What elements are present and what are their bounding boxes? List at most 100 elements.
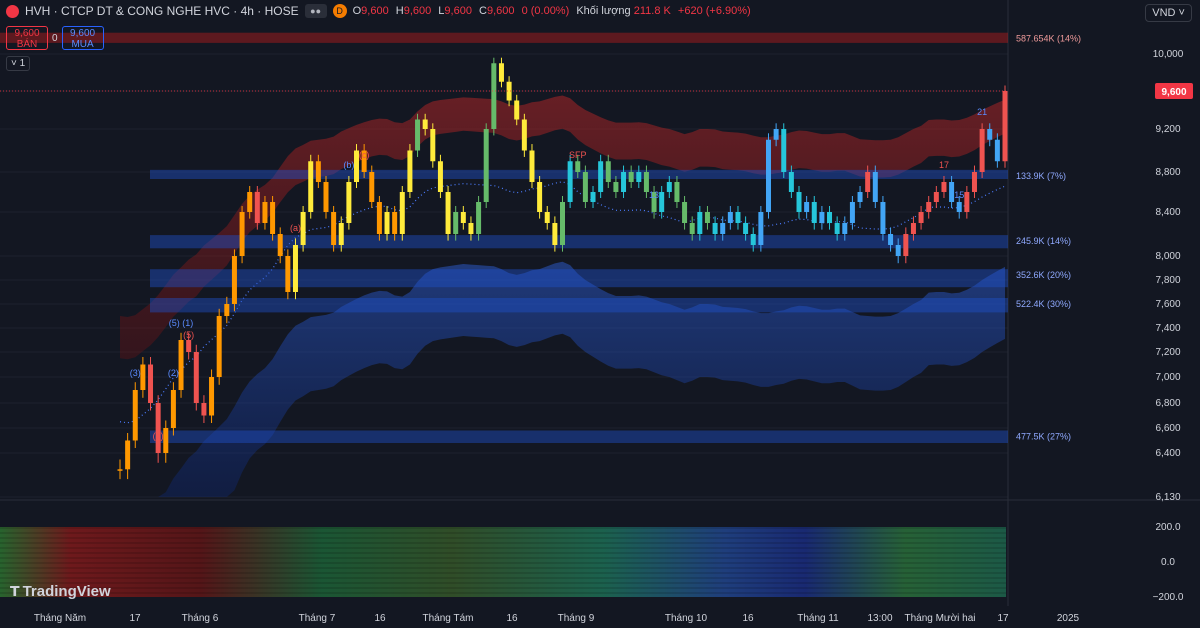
ohlc-readout: O9,600 H9,600 L9,600 C9,600 0 (0.00%) Kh…: [353, 5, 751, 17]
candle-body: [209, 377, 215, 416]
candle-body: [483, 129, 489, 202]
blue-support-band: [120, 261, 1005, 497]
candle-body: [689, 223, 695, 234]
zone-label: 522.4K (30%): [1016, 299, 1071, 309]
candle-body: [437, 161, 443, 192]
candle-body: [621, 172, 627, 192]
candle-body: [422, 119, 428, 129]
candle-body: [338, 223, 344, 245]
time-tick-label: Tháng Năm: [34, 613, 86, 624]
high-label: H: [395, 5, 404, 17]
candle-body: [560, 202, 565, 245]
wave-label: 21: [977, 107, 987, 117]
candle-body: [193, 352, 199, 403]
price-tick-label: 6,600: [1155, 423, 1180, 434]
candle-body: [453, 212, 459, 234]
candle-body: [529, 150, 535, 182]
price-tick-label: 6,400: [1155, 448, 1180, 459]
candle-body: [758, 212, 764, 245]
candle-body: [521, 119, 527, 151]
logo-text: TradingView: [22, 583, 111, 600]
sell-button[interactable]: 9,600 BÁN: [6, 26, 48, 50]
volume-zone: [150, 430, 1008, 443]
oscillator-pane: 200.0 0.0 −200.0: [0, 522, 1184, 603]
price-chart[interactable]: 587.654K (14%) 133.9K (7%) 245.9K (14%) 352…: [0, 0, 1200, 628]
candle-body: [750, 234, 756, 245]
candle-body: [270, 202, 276, 234]
price-tick-label: 10,000: [1153, 49, 1184, 60]
candle-body: [285, 256, 291, 292]
candle-body: [498, 63, 504, 82]
tradingview-logo-icon: 𝗧: [10, 583, 20, 599]
currency-select[interactable]: VND ˅: [1145, 4, 1192, 22]
candle-body: [445, 192, 451, 234]
candle-body: [514, 100, 520, 120]
candle-body: [399, 192, 405, 234]
market-status-icon: ●●: [304, 4, 327, 18]
symbol-title[interactable]: HVH · CTCP DT & CONG NGHE HVC · 4h · HOS…: [25, 4, 299, 18]
candle-body: [155, 403, 161, 453]
candle-body: [369, 172, 375, 202]
price-tick-label: 9,200: [1155, 124, 1180, 135]
zone-label: 133.9K (7%): [1016, 171, 1066, 181]
candle-body: [956, 202, 962, 212]
candle-body: [895, 245, 901, 256]
candle-body: [567, 161, 573, 202]
price-tick-label: 6,800: [1155, 398, 1180, 409]
candle-body: [376, 202, 382, 234]
wave-label: (4): [153, 431, 164, 441]
time-tick-label: Tháng 11: [797, 613, 839, 624]
candle-body: [704, 212, 710, 223]
delayed-data-icon[interactable]: D: [332, 4, 347, 18]
candle-body: [613, 182, 619, 192]
indicator-toggle-button[interactable]: ˅ 1: [6, 56, 31, 71]
candle-body: [460, 212, 466, 223]
time-tick-label: 17: [997, 613, 1009, 624]
candle-body: [582, 172, 588, 202]
candle-body: [849, 202, 855, 223]
close-label: C: [479, 5, 487, 17]
time-axis[interactable]: Tháng Năm 17 Tháng 6 Tháng 7 16 Tháng Tám 16 Th…: [34, 613, 1080, 624]
candle-body: [1002, 91, 1008, 162]
zone-label: 352.6K (20%): [1016, 270, 1071, 280]
tradingview-logo: 𝗧 TradingView: [10, 583, 111, 600]
candle-body: [163, 428, 169, 453]
candle-body: [674, 182, 680, 202]
candle-body: [170, 390, 176, 428]
candle-body: [590, 192, 596, 202]
candle-body: [636, 172, 642, 182]
trade-panel: 9,600 BÁN 0 9,600 MUA: [6, 26, 104, 50]
candle-body: [544, 212, 550, 223]
buy-label: MUA: [71, 39, 94, 50]
symbol-header: HVH · CTCP DT & CONG NGHE HVC · 4h · HOS…: [6, 4, 751, 18]
candle-body: [476, 202, 482, 234]
candle-body: [788, 172, 794, 192]
candle-body: [910, 223, 916, 234]
candle-body: [964, 192, 970, 212]
candle-body: [903, 234, 909, 256]
candle-body: [811, 202, 817, 223]
candle-body: [987, 129, 993, 140]
candle-body: [415, 119, 421, 151]
price-tick-label: 6,130: [1155, 492, 1180, 503]
buy-button[interactable]: 9,600 MUA: [61, 26, 104, 50]
candle-body: [224, 304, 230, 316]
candle-body: [682, 202, 688, 223]
price-tick-label: 8,400: [1155, 207, 1180, 218]
candle-body: [148, 364, 154, 403]
volume-value: 211.8 K: [633, 5, 671, 17]
candle-body: [994, 139, 1000, 162]
time-tick-label: 16: [506, 613, 518, 624]
volume-label: Khối lượng: [576, 5, 631, 17]
candle-body: [941, 182, 947, 192]
osc-tick-label: −200.0: [1153, 592, 1184, 603]
candle-body: [720, 223, 726, 234]
candle-body: [117, 469, 123, 471]
candle-body: [888, 234, 894, 245]
time-tick-label: Tháng 7: [299, 613, 336, 624]
price-tick-label: 7,400: [1155, 323, 1180, 334]
price-tick-label: 7,800: [1155, 275, 1180, 286]
candle-body: [712, 223, 718, 234]
volume-zones: 587.654K (14%) 133.9K (7%) 245.9K (14%) 352…: [0, 32, 1081, 443]
candle-body: [216, 316, 222, 377]
